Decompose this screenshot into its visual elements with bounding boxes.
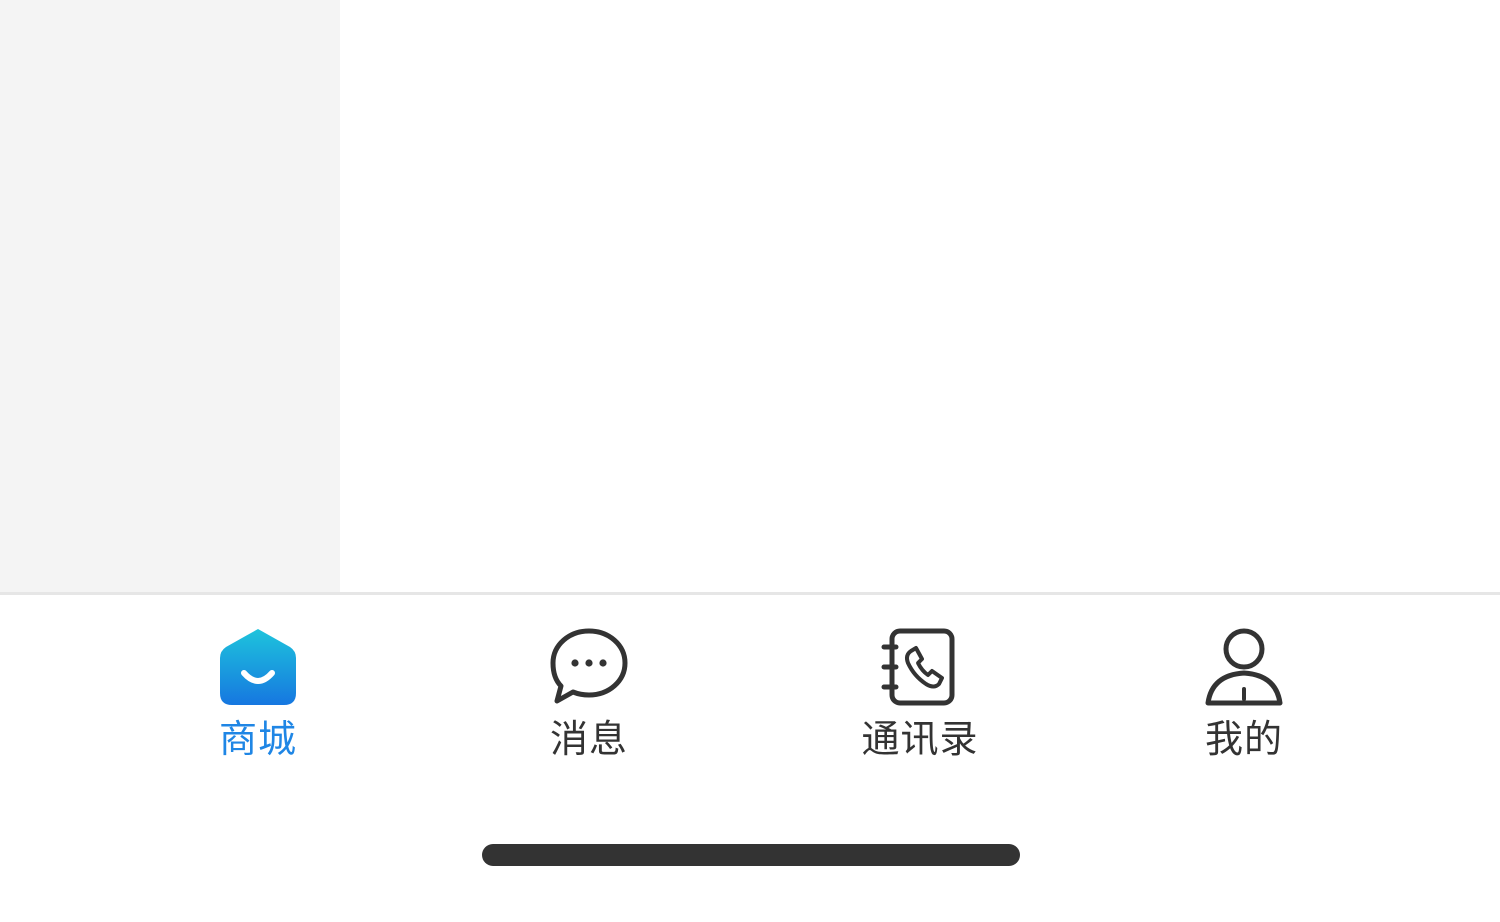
- tab-profile[interactable]: 我的: [1144, 625, 1344, 775]
- home-indicator[interactable]: [482, 844, 1020, 866]
- tab-shop[interactable]: 商城: [158, 625, 358, 775]
- tab-label: 我的: [1204, 717, 1283, 761]
- chat-bubble-icon: [550, 628, 628, 704]
- app-screen: 商城 消息 通讯录 我的: [0, 0, 1500, 922]
- shop-home-icon: [220, 629, 296, 705]
- bottom-tab-bar: 商城 消息 通讯录 我的: [0, 592, 1500, 922]
- contacts-book-icon: [881, 628, 955, 706]
- tab-messages[interactable]: 消息: [489, 625, 689, 775]
- category-sidebar: [0, 0, 340, 592]
- tab-label: 消息: [549, 717, 628, 761]
- tab-label: 商城: [218, 717, 297, 761]
- tab-contacts[interactable]: 通讯录: [820, 625, 1020, 775]
- tab-label: 通讯录: [861, 717, 979, 761]
- main-content-area: [340, 0, 1500, 592]
- user-profile-icon: [1205, 628, 1283, 706]
